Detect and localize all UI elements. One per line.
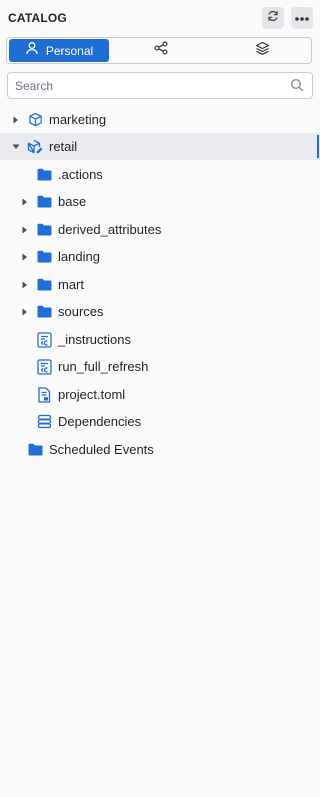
search-input[interactable] bbox=[15, 77, 285, 94]
tree-item-label: sources bbox=[58, 304, 104, 319]
more-horizontal-icon bbox=[294, 9, 310, 27]
catalog-tabs: Personal bbox=[6, 37, 312, 64]
tab-layers[interactable] bbox=[212, 39, 312, 62]
tree-item-label: derived_attributes bbox=[58, 222, 162, 237]
tree-item-label: project.toml bbox=[58, 387, 126, 402]
tree-item-label: mart bbox=[58, 277, 84, 292]
tree-item-scheduled-events[interactable]: Scheduled Events bbox=[0, 436, 320, 463]
cube-icon bbox=[27, 112, 43, 128]
database-icon bbox=[36, 414, 52, 430]
catalog-title: CATALOG bbox=[8, 11, 67, 25]
tree-item-instructions[interactable]: _instructions bbox=[0, 326, 320, 353]
user-icon bbox=[25, 41, 39, 60]
config-file-icon bbox=[36, 386, 52, 403]
folder-icon bbox=[36, 222, 52, 238]
tree-item-derived-attributes[interactable]: derived_attributes bbox=[0, 216, 320, 243]
folder-icon bbox=[27, 442, 43, 458]
caret-right-icon[interactable] bbox=[21, 281, 29, 289]
tree-item-label: Scheduled Events bbox=[49, 442, 154, 457]
tree-item-landing[interactable]: landing bbox=[0, 243, 320, 270]
folder-icon bbox=[36, 194, 52, 210]
search-box bbox=[7, 72, 313, 99]
folder-icon bbox=[36, 277, 52, 293]
cube-edit-icon bbox=[27, 139, 43, 155]
caret-right-icon[interactable] bbox=[21, 253, 29, 261]
caret-right-icon[interactable] bbox=[12, 116, 20, 124]
tree-item-label: Dependencies bbox=[58, 414, 142, 429]
tree-item-run-full-refresh[interactable]: run_full_refresh bbox=[0, 353, 320, 380]
tree-item-project-toml[interactable]: project.toml bbox=[0, 381, 320, 408]
tree-item-label: base bbox=[58, 194, 87, 209]
caret-right-icon[interactable] bbox=[21, 308, 29, 316]
folder-icon bbox=[36, 304, 52, 320]
tree-item-sources[interactable]: sources bbox=[0, 298, 320, 325]
tree-item-base[interactable]: base bbox=[0, 188, 320, 215]
tree-item-label: landing bbox=[58, 249, 100, 264]
caret-right-icon[interactable] bbox=[21, 198, 29, 206]
refresh-icon bbox=[266, 9, 280, 28]
tree-item-label: marketing bbox=[49, 112, 107, 127]
refresh-button[interactable] bbox=[262, 7, 284, 29]
tree-item-label: retail bbox=[49, 139, 78, 154]
tree-item-dependencies[interactable]: Dependencies bbox=[0, 408, 320, 435]
script-file-icon bbox=[36, 358, 52, 375]
caret-right-icon[interactable] bbox=[21, 226, 29, 234]
tree-item-retail[interactable]: retail bbox=[0, 133, 320, 160]
tree-item-label: run_full_refresh bbox=[58, 359, 149, 374]
caret-down-icon[interactable] bbox=[12, 143, 20, 151]
tab-shared[interactable] bbox=[111, 39, 211, 62]
tree-item-marketing[interactable]: marketing bbox=[0, 106, 320, 133]
layers-icon bbox=[255, 41, 270, 61]
tree-item-label: .actions bbox=[58, 167, 103, 182]
share-icon bbox=[154, 41, 168, 60]
folder-icon bbox=[36, 167, 52, 183]
tree-item-label: _instructions bbox=[58, 332, 131, 347]
folder-icon bbox=[36, 249, 52, 265]
tab-personal-label: Personal bbox=[45, 43, 94, 58]
script-file-icon bbox=[36, 331, 52, 348]
tab-personal[interactable]: Personal bbox=[9, 39, 109, 62]
more-options-button[interactable] bbox=[291, 7, 313, 29]
search-icon[interactable] bbox=[290, 78, 304, 97]
catalog-header: CATALOG bbox=[0, 0, 320, 36]
tree-item-mart[interactable]: mart bbox=[0, 271, 320, 298]
tree-item-actions[interactable]: .actions bbox=[0, 161, 320, 188]
